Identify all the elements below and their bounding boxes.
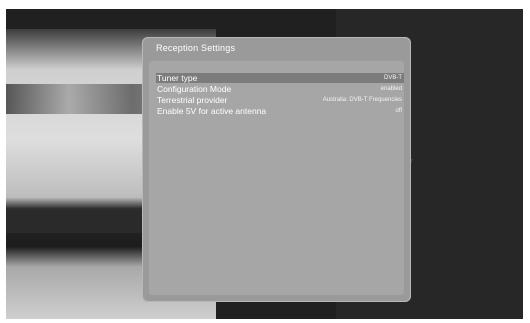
reception-settings-dialog: Reception Settings Tuner type DVB-T Conf… [142, 37, 411, 302]
setting-row-tuner-type[interactable]: Tuner type DVB-T [156, 73, 404, 83]
setting-value: off [395, 108, 402, 114]
setting-label: Tuner type [157, 73, 198, 83]
setting-row-configuration-mode[interactable]: Configuration Mode enabled [156, 84, 404, 94]
tv-screen: Reception Settings Tuner type DVB-T Conf… [6, 9, 523, 319]
setting-row-enable-5v[interactable]: Enable 5V for active antenna off [156, 106, 404, 116]
dialog-title: Reception Settings [156, 43, 236, 53]
setting-label: Enable 5V for active antenna [157, 106, 267, 116]
setting-row-terrestrial-provider[interactable]: Terrestrial provider Australia: DVB-T Fr… [156, 95, 404, 105]
setting-label: Terrestrial provider [157, 95, 228, 105]
setting-label: Configuration Mode [157, 84, 232, 94]
settings-list: Tuner type DVB-T Configuration Mode enab… [149, 61, 404, 295]
setting-value: DVB-T [384, 75, 402, 81]
setting-value: Australia: DVB-T Frequencies [322, 97, 402, 103]
setting-value: enabled [380, 86, 402, 92]
